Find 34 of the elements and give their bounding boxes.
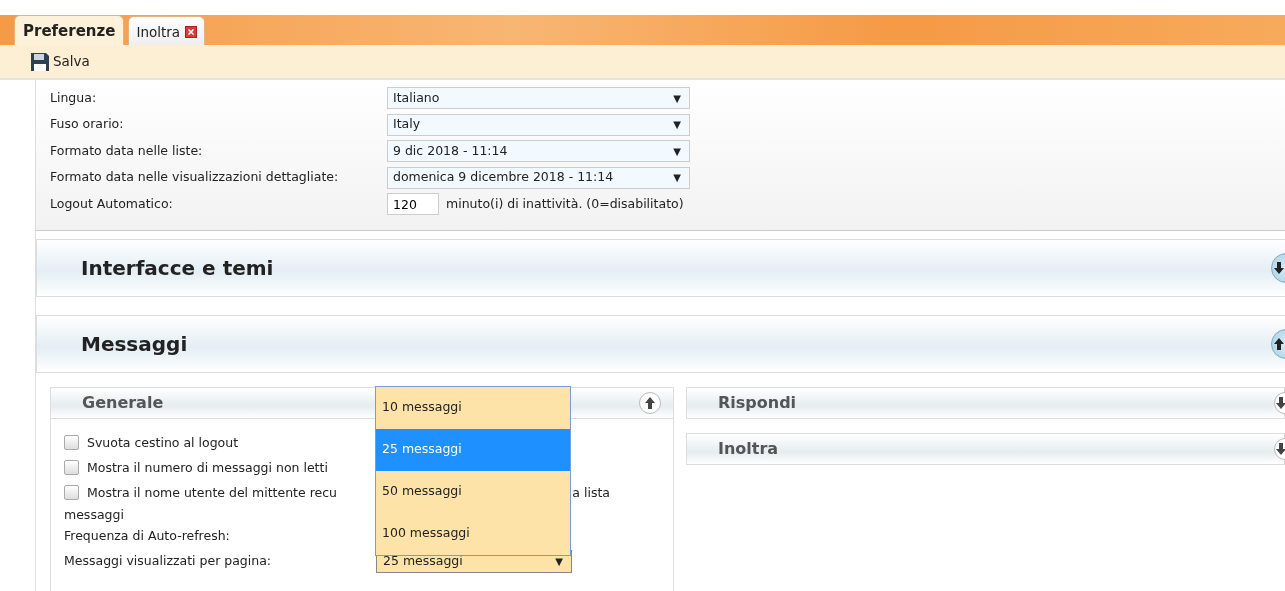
checkbox[interactable] xyxy=(64,484,79,500)
checkbox[interactable] xyxy=(64,459,79,475)
field-hint: minuto(i) di inattività. (0=disabilitato) xyxy=(446,194,684,213)
caret-icon: ▼ xyxy=(673,90,681,106)
checkbox[interactable] xyxy=(64,434,79,450)
save-button[interactable]: Salva xyxy=(30,51,90,72)
field-label: Frequenza di Auto-refresh: xyxy=(64,527,231,546)
caret-icon: ▼ xyxy=(673,117,681,133)
checkbox-label: Mostra il nome utente del mittente recu xyxy=(87,483,337,502)
field-label: Fuso orario: xyxy=(50,115,125,134)
select-field[interactable]: Italiano ▼ xyxy=(387,87,690,110)
field-label: Messaggi visualizzati per pagina: xyxy=(64,552,273,571)
close-icon[interactable] xyxy=(185,25,198,38)
checkbox-label: a lista xyxy=(572,483,610,502)
number-input[interactable]: 120 xyxy=(387,193,439,216)
caret-icon: ▼ xyxy=(673,170,681,186)
panel-header[interactable]: Inoltra xyxy=(686,432,1285,465)
select-field[interactable]: domenica 9 dicembre 2018 - 11:14 ▼ xyxy=(387,166,690,189)
select-field[interactable]: Italy ▼ xyxy=(387,113,690,136)
checkbox-label: messaggi xyxy=(64,505,124,524)
checkbox-label: Mostra il numero di messaggi non letti xyxy=(87,458,328,477)
field-label: Lingua: xyxy=(50,88,98,107)
field-label: Formato data nelle visualizzazioni dettagliate: xyxy=(50,168,340,187)
section-header[interactable]: Messaggi xyxy=(36,314,1285,373)
field-label: Logout Automatico: xyxy=(50,194,174,213)
caret-icon: ▼ xyxy=(673,143,681,159)
caret-icon: ▼ xyxy=(555,554,563,570)
panel-header[interactable]: Rispondi xyxy=(686,386,1285,419)
tab[interactable]: Inoltra xyxy=(128,15,206,45)
checkbox-label: Svuota cestino al logout xyxy=(87,433,239,452)
select-field[interactable]: 9 dic 2018 - 11:14 ▼ xyxy=(387,140,690,163)
tab[interactable]: Preferenze xyxy=(14,14,125,45)
field-label: Formato data nelle liste: xyxy=(50,141,204,160)
section-header[interactable]: Interfacce e temi xyxy=(36,238,1285,297)
